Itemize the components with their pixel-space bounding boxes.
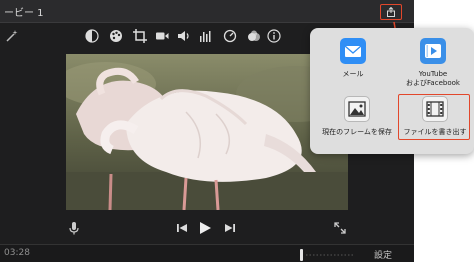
share-item-save-frame[interactable]: 現在のフレームを保存 xyxy=(316,94,398,144)
skip-back-icon[interactable] xyxy=(174,220,190,236)
title-bar: ービー 1 xyxy=(0,0,414,23)
fullscreen-icon[interactable] xyxy=(332,220,348,236)
youtube-facebook-icon xyxy=(420,38,446,64)
microphone-icon[interactable] xyxy=(66,220,82,236)
zoom-slider[interactable] xyxy=(298,247,358,261)
filter-icon[interactable] xyxy=(246,28,262,44)
share-item-label: メール xyxy=(342,70,364,78)
share-item-label: YouTube およびFacebook xyxy=(406,70,460,87)
speed-gauge-icon[interactable] xyxy=(222,28,238,44)
save-frame-icon xyxy=(344,96,370,122)
status-bar: 03:28 設定 xyxy=(0,244,414,262)
share-item-label: 現在のフレームを保存 xyxy=(322,128,392,136)
mail-icon xyxy=(340,38,366,64)
window-title: ービー 1 xyxy=(4,8,44,19)
camera-icon[interactable] xyxy=(154,28,170,44)
magic-wand-icon[interactable] xyxy=(4,28,20,44)
volume-icon[interactable] xyxy=(176,28,192,44)
playback-controls xyxy=(0,214,414,244)
info-icon[interactable] xyxy=(266,28,282,44)
color-palette-icon[interactable] xyxy=(108,28,124,44)
equalizer-icon[interactable] xyxy=(198,28,214,44)
settings-button[interactable]: 設定 xyxy=(374,248,392,261)
share-item-youtube-facebook[interactable]: YouTube およびFacebook xyxy=(396,36,470,92)
timecode: 03:28 xyxy=(4,248,30,258)
share-icon xyxy=(387,7,395,17)
play-icon[interactable] xyxy=(197,220,213,236)
crop-icon[interactable] xyxy=(132,28,148,44)
skip-forward-icon[interactable] xyxy=(222,220,238,236)
video-viewer[interactable] xyxy=(66,54,348,210)
export-highlight-box xyxy=(398,94,470,140)
color-balance-icon[interactable] xyxy=(84,28,100,44)
share-item-mail[interactable]: メール xyxy=(320,36,386,86)
flamingo-video-frame xyxy=(66,54,348,210)
